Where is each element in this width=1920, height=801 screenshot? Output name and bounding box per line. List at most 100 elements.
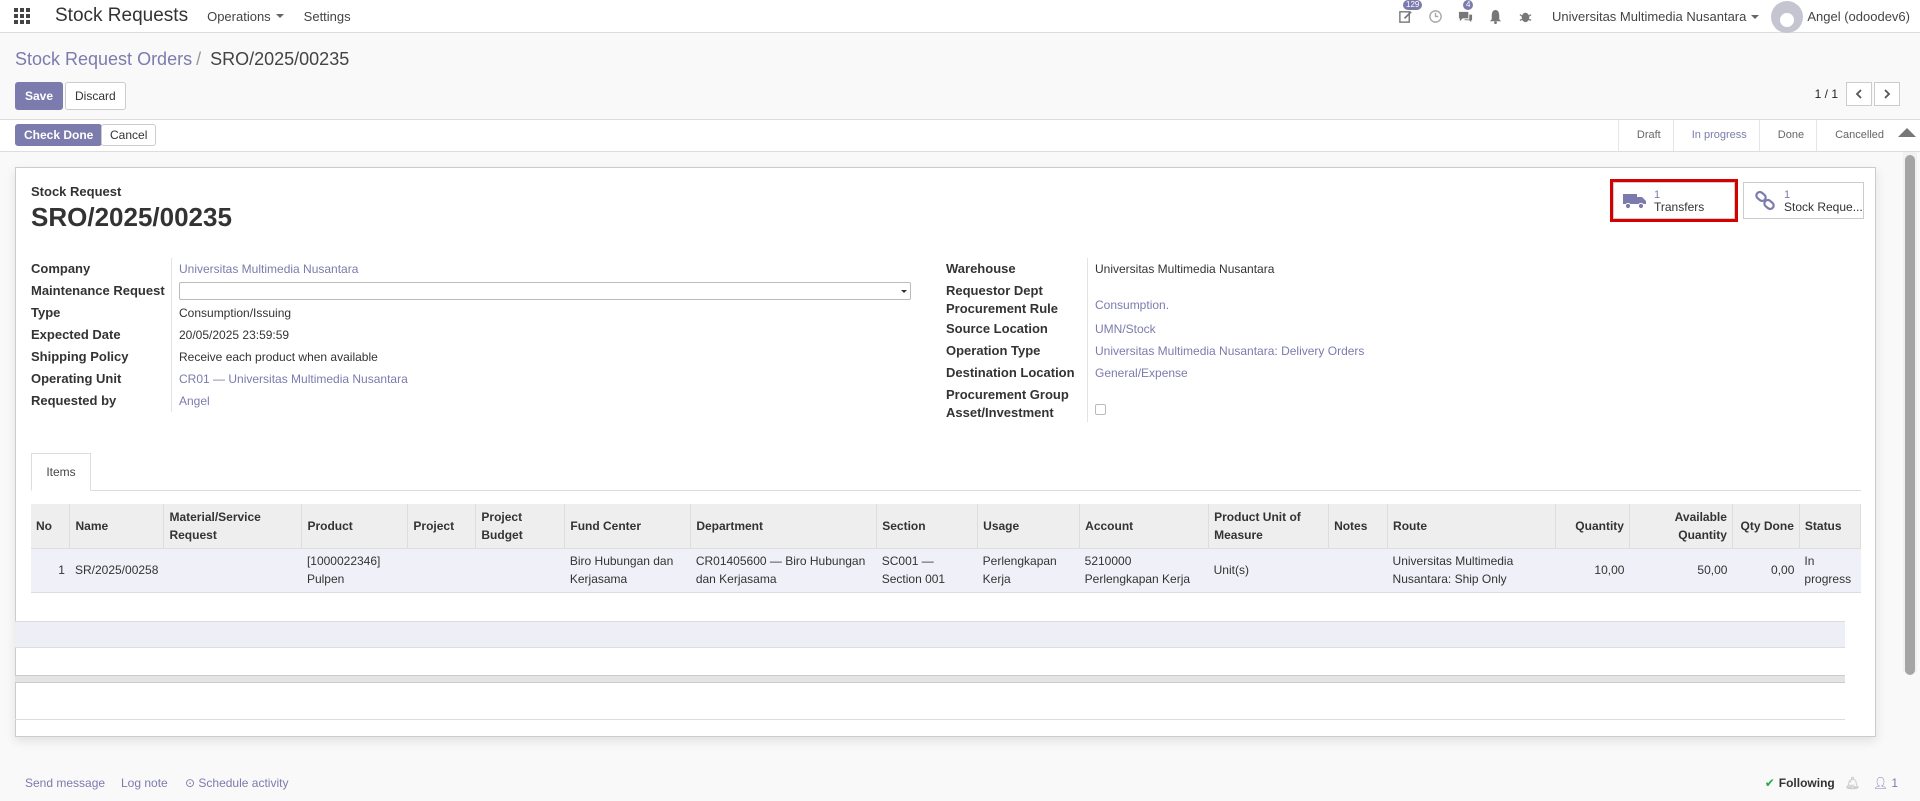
divider (15, 719, 1845, 720)
column-header-usage[interactable]: Usage (977, 504, 1081, 549)
tab-items[interactable]: Items (31, 453, 91, 491)
asset-investment-checkbox[interactable] (1095, 404, 1106, 415)
shipping-policy-field: Receive each product when available (179, 350, 378, 364)
source-location-field[interactable]: UMN/Stock (1088, 318, 1846, 340)
caret-down-icon (1751, 14, 1760, 19)
requested-by-field[interactable]: Angel (172, 390, 931, 412)
scroll-up-arrow-icon[interactable] (1898, 128, 1916, 137)
save-button[interactable]: Save (15, 82, 64, 110)
field-label-requested-by: Requested by (31, 390, 172, 412)
column-header-fund-center[interactable]: Fund Center (564, 504, 692, 549)
field-label-expected-date: Expected Date (31, 324, 172, 346)
column-header-department[interactable]: Department (690, 504, 878, 549)
pager-value[interactable]: 1 / 1 (1815, 87, 1838, 101)
bell-icon[interactable]: 🔔︎ (1845, 776, 1860, 790)
cell-product: [1000022346] Pulpen (301, 548, 408, 593)
cell-notes (1328, 548, 1388, 593)
cell-project (407, 548, 476, 593)
link-icon (1752, 189, 1778, 213)
schedule-activity-button[interactable]: ⊙ Schedule activity (185, 776, 288, 790)
cell-uom: Unit(s) (1208, 548, 1329, 593)
cell-section: SC001 — Section 001 (876, 548, 978, 593)
menu-operations[interactable]: Operations (207, 9, 284, 24)
apps-menu-icon[interactable] (0, 0, 44, 33)
field-label-procurement-asset: Procurement Group Asset/Investment (946, 384, 1088, 422)
cell-qty-done: 0,00 (1732, 548, 1800, 593)
company-switcher[interactable]: Universitas Multimedia Nusantara (1552, 9, 1760, 24)
operating-unit-field[interactable]: CR01 — Universitas Multimedia Nusantara (172, 368, 931, 390)
expected-date-field: 20/05/2025 23:59:59 (179, 328, 290, 342)
field-label-source-location: Source Location (946, 318, 1088, 340)
pager-previous-button[interactable] (1846, 82, 1872, 106)
user-icon: 👤︎ (1872, 776, 1888, 790)
field-label-asset-investment: Asset/Investment (946, 405, 1054, 420)
followers-button[interactable]: 👤︎ 1 (1873, 776, 1898, 790)
field-label-procurement-rule: Procurement Rule (946, 301, 1058, 316)
procurement-rule-field[interactable]: Consumption. (1095, 298, 1169, 312)
maintenance-request-select[interactable] (179, 282, 911, 300)
items-table: No Name Material/Service Request Product… (31, 504, 1862, 593)
check-done-button[interactable]: Check Done (15, 124, 103, 146)
following-button[interactable]: ✔ Following 🔔︎ (1765, 776, 1860, 790)
column-header-qty-done[interactable]: Qty Done (1732, 504, 1800, 549)
bell-icon[interactable] (1480, 0, 1510, 33)
chatter-bar: Send message Log note ⊙ Schedule activit… (0, 765, 1920, 801)
app-title[interactable]: Stock Requests (55, 5, 188, 27)
column-header-uom[interactable]: Product Unit of Measure (1208, 504, 1330, 549)
log-note-button[interactable]: Log note (121, 776, 168, 790)
cancel-button[interactable]: Cancel (101, 124, 157, 146)
column-header-notes[interactable]: Notes (1328, 504, 1389, 549)
field-label-requestor-procurement: Requestor Dept Procurement Rule (946, 280, 1088, 318)
column-header-project-budget[interactable]: Project Budget (475, 504, 566, 549)
destination-location-field[interactable]: General/Expense (1088, 362, 1846, 384)
activity-edit-icon[interactable]: 129 (1390, 0, 1423, 33)
status-bar: Check Done Cancel Draft In progress Done… (0, 119, 1920, 152)
column-header-product[interactable]: Product (301, 504, 409, 549)
breadcrumb-current: SRO/2025/00235 (210, 49, 350, 69)
stage-done: Done (1758, 120, 1816, 151)
breadcrumb-separator: / (196, 49, 202, 69)
debug-bug-icon[interactable] (1510, 0, 1540, 33)
column-header-section[interactable]: Section (876, 504, 979, 549)
transfers-label: Transfers (1654, 199, 1705, 214)
field-label-warehouse: Warehouse (946, 258, 1088, 280)
clock-icon[interactable] (1420, 0, 1450, 33)
send-message-button[interactable]: Send message (25, 776, 105, 790)
form-sheet: Stock Request SRO/2025/00235 1 Transfers… (15, 167, 1876, 737)
cell-route: Universitas Multimedia Nusantara: Ship O… (1387, 548, 1556, 593)
operation-type-field[interactable]: Universitas Multimedia Nusantara: Delive… (1088, 340, 1846, 362)
caret-down-icon (275, 14, 284, 18)
cell-fund-center: Biro Hubungan dan Kerjasama (564, 548, 691, 593)
column-header-account[interactable]: Account (1079, 504, 1210, 549)
messages-icon[interactable]: 4 (1450, 0, 1480, 33)
column-header-no[interactable]: No (31, 504, 71, 549)
right-field-group: Warehouse Universitas Multimedia Nusantar… (946, 258, 1846, 422)
truck-icon (1622, 189, 1648, 213)
schedule-activity-label: Schedule activity (198, 776, 289, 790)
transfers-smart-button[interactable]: 1 Transfers (1610, 179, 1738, 222)
left-field-group: Company Universitas Multimedia Nusantara … (31, 258, 931, 412)
pager-next-button[interactable] (1874, 82, 1900, 106)
column-header-name[interactable]: Name (69, 504, 165, 549)
user-menu[interactable]: Angel (odoodev6) (1771, 0, 1910, 33)
discard-button[interactable]: Discard (65, 82, 126, 110)
field-label-destination-location: Destination Location (946, 362, 1088, 384)
cell-project-budget (475, 548, 565, 593)
menu-settings[interactable]: Settings (304, 9, 351, 24)
breadcrumb: Stock Request Orders / SRO/2025/00235 (15, 49, 349, 70)
column-header-project[interactable]: Project (407, 504, 477, 549)
company-switcher-label: Universitas Multimedia Nusantara (1552, 9, 1747, 24)
field-label-shipping-policy: Shipping Policy (31, 346, 172, 368)
field-label-operating-unit: Operating Unit (31, 368, 172, 390)
column-header-available-quantity[interactable]: Available Quantity (1629, 504, 1733, 549)
column-header-material-request[interactable]: Material/Service Request (163, 504, 303, 549)
column-header-quantity[interactable]: Quantity (1555, 504, 1630, 549)
stock-requests-smart-button[interactable]: 1 Stock Reque... (1743, 182, 1864, 219)
table-row[interactable]: 1 SR/2025/00258 [1000022346] Pulpen Biro… (31, 548, 1861, 593)
check-icon: ✔ (1764, 776, 1775, 790)
scrollbar-thumb[interactable] (1905, 155, 1915, 675)
column-header-status[interactable]: Status (1799, 504, 1862, 549)
company-field[interactable]: Universitas Multimedia Nusantara (172, 258, 931, 280)
column-header-route[interactable]: Route (1387, 504, 1556, 549)
breadcrumb-parent[interactable]: Stock Request Orders (15, 49, 192, 69)
